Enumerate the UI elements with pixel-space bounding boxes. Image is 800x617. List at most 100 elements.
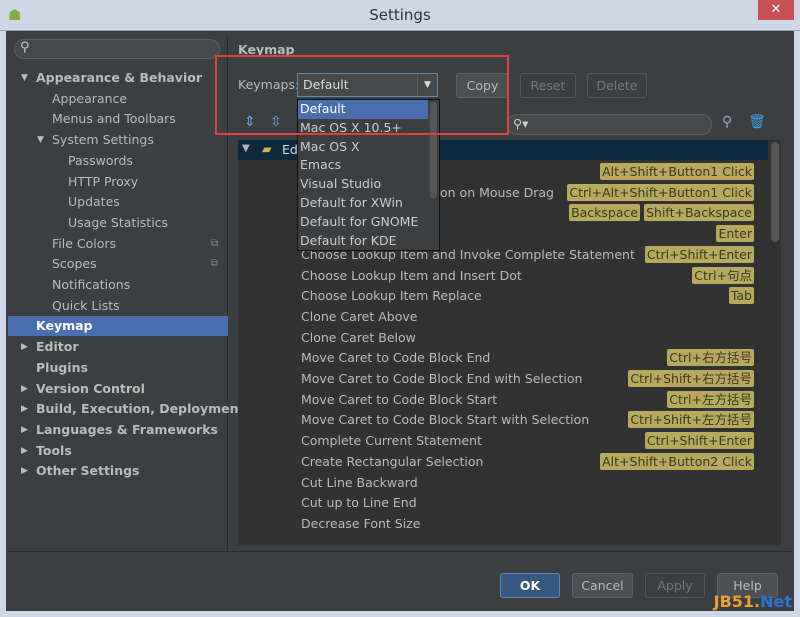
sidebar-item[interactable]: Passwords	[8, 151, 228, 171]
sidebar-item-label: Other Settings	[36, 463, 140, 479]
settings-search-input[interactable]: ⚲	[14, 39, 220, 59]
chevron-right-icon[interactable]: ▶	[21, 337, 28, 357]
list-scrollbar[interactable]	[771, 142, 779, 242]
action-label: Cut Line Backward	[301, 474, 418, 490]
action-label: Complete Current Statement	[301, 433, 482, 449]
shortcut-badge: Ctrl+Shift+右方括号	[628, 370, 754, 387]
dropdown-option[interactable]: Default for KDE	[298, 232, 428, 251]
search-icon: ⚲	[20, 40, 30, 55]
dropdown-option[interactable]: Mac OS X	[298, 138, 428, 157]
trash-icon[interactable]: 🗑	[748, 114, 766, 130]
action-row[interactable]: Choose Lookup Item Replace Tab	[238, 285, 768, 306]
shortcut-badge: Backspace	[569, 204, 641, 222]
action-label: Move Caret to Code Block Start	[301, 391, 498, 407]
sidebar-item-label: Quick Lists	[52, 297, 120, 313]
action-label: Move Caret to Code Block End with Select…	[301, 371, 583, 386]
dropdown-option[interactable]: Emacs	[298, 156, 428, 175]
watermark: JB51.Net	[713, 592, 792, 611]
sidebar-item[interactable]: Notifications	[8, 275, 228, 295]
delete-button[interactable]: Delete	[587, 73, 647, 98]
apply-button[interactable]: Apply	[645, 573, 705, 598]
sidebar-item-label: System Settings	[52, 132, 154, 148]
action-label: Clone Caret Above	[301, 308, 418, 324]
action-row[interactable]: Clone Caret Below	[238, 327, 768, 348]
sidebar-item[interactable]: File Colors ⧉	[8, 234, 228, 254]
sidebar-item[interactable]: Plugins	[8, 358, 228, 378]
sidebar-item-label: Version Control	[36, 380, 145, 396]
chevron-right-icon[interactable]: ▶	[21, 441, 28, 461]
sidebar-item-label: File Colors	[52, 235, 117, 251]
dropdown-option[interactable]: Default for GNOME	[298, 213, 428, 232]
reset-button[interactable]: Reset	[520, 73, 576, 98]
find-shortcut-icon[interactable]: ⚲	[722, 114, 732, 130]
sidebar-item[interactable]: ▶ Other Settings	[8, 461, 228, 481]
project-scope-icon: ⧉	[210, 258, 218, 270]
sidebar-item-label: Usage Statistics	[68, 214, 169, 230]
shortcut-badge: Enter	[716, 225, 754, 243]
dropdown-option[interactable]: Default for XWin	[298, 194, 428, 213]
sidebar-item[interactable]: Updates	[8, 192, 228, 212]
sidebar-item-label: Scopes	[52, 256, 97, 272]
sidebar-item-label: Tools	[36, 442, 72, 458]
action-row[interactable]: Cut up to Line End	[238, 492, 768, 513]
sidebar-item[interactable]: HTTP Proxy	[8, 172, 228, 192]
action-row[interactable]: Decrease Font Size	[238, 513, 768, 534]
chevron-down-icon[interactable]: ▼	[21, 68, 28, 88]
shortcut-badge: Ctrl+Shift+Enter	[644, 245, 754, 263]
chevron-down-icon[interactable]: ▼	[242, 143, 250, 154]
dropdown-option[interactable]: Visual Studio	[298, 175, 428, 194]
sidebar-item[interactable]: Scopes ⧉	[8, 254, 228, 274]
sidebar-item[interactable]: Usage Statistics	[8, 213, 228, 233]
action-search-input[interactable]: ⚲▾	[507, 114, 712, 135]
sidebar-item[interactable]: Quick Lists	[8, 296, 228, 316]
sidebar-item-label: Build, Execution, Deployment	[36, 401, 245, 417]
sidebar-item[interactable]: Appearance	[8, 89, 228, 109]
action-label: on on Mouse Drag	[440, 184, 554, 200]
sidebar-item[interactable]: Keymap	[8, 316, 228, 337]
sidebar-item-label: Appearance & Behavior	[36, 70, 202, 85]
sidebar-item-label: Plugins	[36, 359, 88, 375]
action-label: Decrease Font Size	[301, 515, 421, 531]
action-row[interactable]: Complete Current Statement Ctrl+Shift+Ent…	[238, 430, 768, 451]
cancel-button[interactable]: Cancel	[572, 573, 633, 598]
chevron-right-icon[interactable]: ▶	[21, 461, 28, 481]
chevron-right-icon[interactable]: ▶	[21, 420, 28, 440]
shortcut-badge: Alt+Shift+Button1 Click	[600, 163, 754, 180]
action-label: Move Caret to Code Block End	[301, 350, 491, 366]
sidebar-item[interactable]: ▶ Languages & Frameworks	[8, 420, 228, 440]
action-row[interactable]: Clone Caret Above	[238, 306, 768, 327]
sidebar-item[interactable]: ▶ Version Control	[8, 379, 228, 399]
close-button[interactable]: ✕	[758, 0, 794, 20]
sidebar-item[interactable]: ▶ Tools	[8, 441, 228, 461]
chevron-right-icon[interactable]: ▶	[21, 379, 28, 399]
search-icon: ⚲▾	[513, 116, 529, 131]
action-label: Choose Lookup Item and Insert Dot	[301, 267, 522, 283]
ok-button[interactable]: OK	[500, 573, 560, 598]
sidebar-item-label: HTTP Proxy	[68, 173, 139, 189]
sidebar-item-label: Updates	[68, 194, 120, 210]
action-row[interactable]: Choose Lookup Item and Insert Dot Ctrl+句点	[238, 265, 768, 286]
action-row[interactable]: Create Rectangular Selection Alt+Shift+Bu…	[238, 451, 768, 472]
sidebar-item[interactable]: ▶ Build, Execution, Deployment	[8, 399, 244, 419]
action-row[interactable]: Move Caret to Code Block Start Ctrl+左方括号	[238, 389, 768, 410]
chevron-right-icon[interactable]: ▶	[21, 399, 28, 419]
sidebar-item-label: Appearance	[52, 90, 128, 106]
shortcut-badge: Ctrl+右方括号	[667, 349, 754, 367]
sidebar-item-label: Passwords	[68, 152, 133, 168]
chevron-down-icon[interactable]: ▼	[37, 130, 44, 150]
shortcut-badge: Ctrl+左方括号	[667, 390, 754, 408]
shortcut-badge: Ctrl+Alt+Shift+Button1 Click	[567, 183, 754, 201]
action-row[interactable]: Move Caret to Code Block Start with Sele…	[238, 409, 768, 430]
action-row[interactable]: Cut Line Backward	[238, 472, 768, 493]
shortcut-badge: Alt+Shift+Button2 Click	[600, 452, 754, 470]
action-label: Clone Caret Below	[301, 329, 416, 345]
folder-icon: ▰	[262, 141, 272, 156]
sidebar-item[interactable]: ▼ Appearance & Behavior	[8, 68, 228, 88]
shortcut-badge: Ctrl+Shift+左方括号	[628, 411, 754, 429]
sidebar-item[interactable]: Menus and Toolbars	[8, 109, 228, 129]
sidebar-item[interactable]: ▶ Editor	[8, 337, 228, 357]
sidebar-item[interactable]: ▼ System Settings	[8, 130, 228, 150]
action-row[interactable]: Move Caret to Code Block End Ctrl+右方括号	[238, 347, 768, 368]
action-row[interactable]: Move Caret to Code Block End with Select…	[238, 368, 768, 389]
shortcut-badge: Ctrl+句点	[692, 266, 754, 284]
